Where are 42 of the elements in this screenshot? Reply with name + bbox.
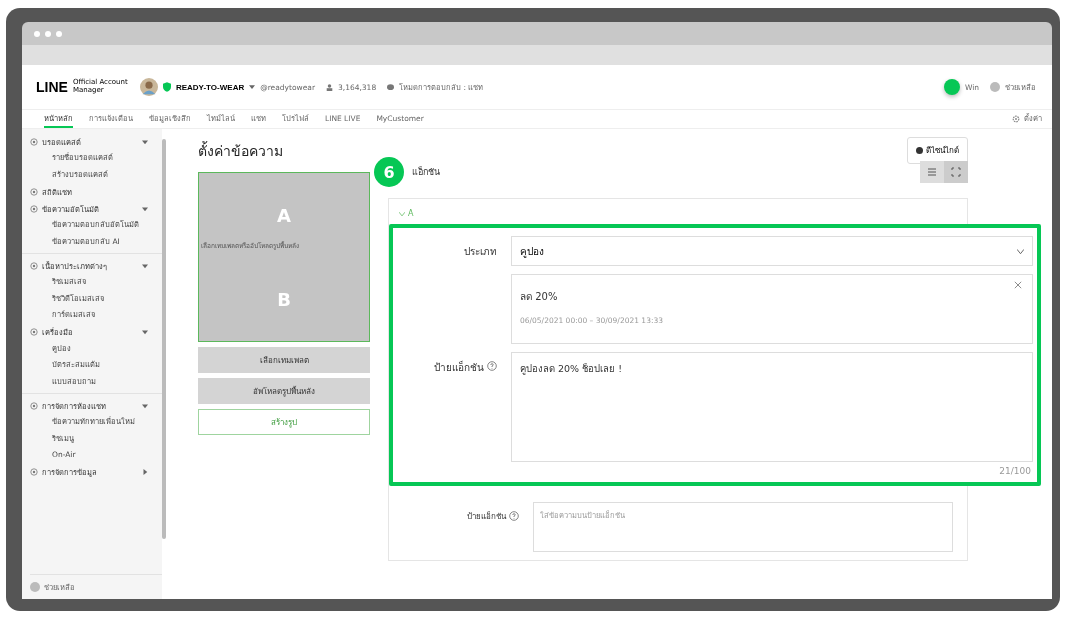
caret-icon[interactable]	[142, 329, 148, 335]
settings-icon[interactable]	[1012, 115, 1020, 123]
page-title: ตั้งค่าข้อความ	[198, 140, 283, 161]
account-name[interactable]: READY-TO-WEAR	[175, 82, 245, 92]
logo[interactable]: LINE	[36, 79, 68, 95]
menu-icon	[30, 137, 38, 146]
label-textarea[interactable]: คูปองลด 20% ช็อปเลย !	[511, 352, 1033, 462]
person-icon	[326, 83, 333, 91]
char-counter: 21/100	[998, 466, 1032, 476]
caret-icon[interactable]	[142, 138, 148, 145]
window-dot[interactable]	[34, 30, 40, 37]
field-label: ป้ายแอ็กชัน	[434, 360, 484, 375]
caret-icon[interactable]	[142, 262, 148, 269]
caret-icon[interactable]	[142, 402, 148, 409]
avatar-icon	[139, 78, 158, 96]
expand-icon[interactable]	[944, 161, 968, 183]
field-label: ป้ายแอ็กชัน	[467, 510, 506, 523]
menu-icon	[30, 328, 38, 336]
menu-icon	[30, 401, 38, 410]
window-dot[interactable]	[56, 30, 62, 37]
info-icon	[916, 147, 923, 154]
section-title: แอ็กชัน	[412, 165, 440, 179]
window-dot[interactable]	[45, 30, 51, 37]
caret-icon[interactable]	[1017, 248, 1024, 254]
coupon-title: ลด 20%	[520, 290, 559, 304]
scrollbar[interactable]	[162, 139, 166, 539]
field-label: ประเภท	[463, 245, 497, 259]
type-dropdown[interactable]: คูปอง	[511, 236, 1033, 266]
chat-icon	[387, 83, 395, 91]
caret-icon[interactable]	[142, 205, 148, 212]
caret-icon[interactable]	[249, 85, 256, 89]
menu-icon	[30, 261, 38, 270]
preview-button[interactable]: อัพโหลดรูปพื้นหลัง	[198, 378, 370, 404]
list-icon[interactable]	[920, 161, 944, 183]
shield-icon	[162, 82, 171, 92]
preview-button[interactable]: สร้างรูป	[198, 409, 370, 435]
preview-button[interactable]: เลือกเทมเพลต	[198, 347, 370, 373]
user-avatar[interactable]	[943, 79, 960, 95]
step-badge: 6	[374, 157, 404, 187]
close-icon[interactable]	[1014, 281, 1022, 289]
caret-icon[interactable]	[142, 469, 148, 475]
menu-icon	[30, 468, 38, 476]
